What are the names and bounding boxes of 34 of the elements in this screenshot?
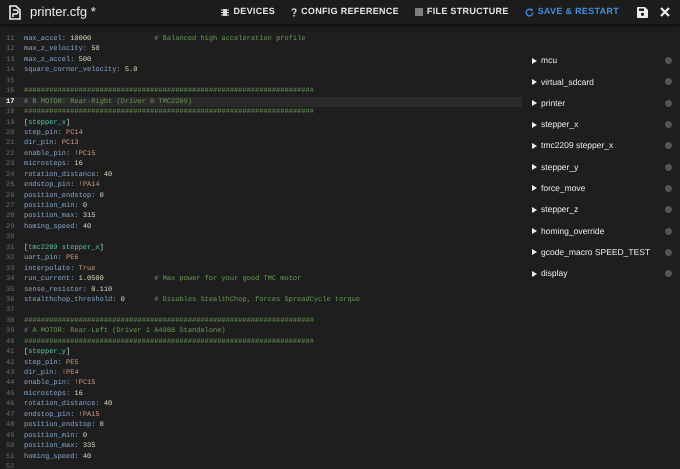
config-reference-button[interactable]: CONFIG REFERENCE bbox=[283, 0, 407, 24]
structure-item[interactable]: stepper_z bbox=[522, 199, 680, 220]
save-restart-button[interactable]: SAVE & RESTART bbox=[516, 0, 627, 24]
status-icon bbox=[665, 184, 672, 192]
structure-item[interactable]: virtual_sdcard bbox=[522, 71, 680, 93]
status-icon bbox=[665, 121, 672, 128]
status-icon bbox=[665, 57, 672, 64]
chip-icon bbox=[221, 8, 230, 16]
structure-item[interactable]: mcu bbox=[522, 50, 680, 72]
structure-item[interactable]: homing_override bbox=[522, 220, 680, 242]
file-title: printer.cfg * bbox=[30, 3, 96, 22]
status-icon bbox=[665, 142, 672, 150]
structure-item[interactable]: printer bbox=[522, 92, 680, 114]
structure-item[interactable]: stepper_y bbox=[522, 156, 680, 178]
status-icon bbox=[665, 206, 672, 214]
structure-item[interactable]: stepper_x bbox=[522, 114, 680, 136]
structure-item[interactable]: gcode_macro SPEED_TEST bbox=[522, 242, 680, 263]
status-icon bbox=[665, 228, 672, 235]
refresh-icon bbox=[524, 8, 534, 16]
structure-item[interactable]: tmc2209 stepper_x bbox=[522, 135, 680, 156]
structure-item[interactable]: force_move bbox=[522, 178, 680, 200]
file-structure-button[interactable]: FILE STRUCTURE bbox=[406, 0, 517, 24]
status-icon bbox=[665, 78, 672, 86]
help-icon bbox=[291, 8, 298, 16]
status-icon bbox=[665, 164, 672, 171]
devices-button[interactable]: DEVICES bbox=[213, 0, 284, 24]
status-icon bbox=[665, 248, 672, 256]
file-icon bbox=[8, 4, 22, 20]
save-icon bbox=[637, 6, 648, 18]
close-icon bbox=[660, 7, 670, 17]
status-icon bbox=[665, 270, 672, 278]
list-icon bbox=[414, 8, 423, 16]
status-icon bbox=[665, 100, 672, 107]
structure-item[interactable]: display bbox=[522, 262, 680, 284]
